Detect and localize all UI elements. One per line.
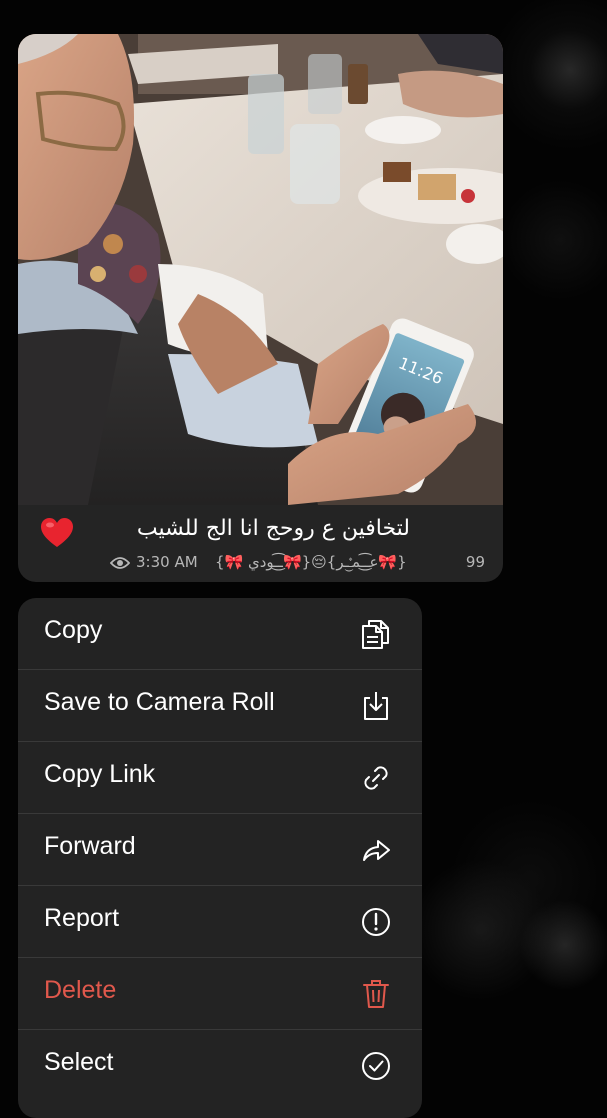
message-bubble[interactable]: 11:26 لتخافين ع روحج انا الج للشيب 3:30 … <box>18 34 503 582</box>
message-views: 99 <box>465 553 485 571</box>
copy-icon <box>358 616 394 652</box>
menu-item-label: Select <box>44 1048 114 1076</box>
checkmark-circle-icon <box>358 1048 394 1084</box>
menu-item-report[interactable]: Report <box>18 886 422 958</box>
context-menu: Copy Save to Camera Roll Copy Link Forwa… <box>18 598 422 1118</box>
message-meta: 3:30 AM {🎀عـ͜͡ـمـٰ۫͜ـر}😔{🎀ـ͜͡ـودي 🎀} 99 <box>109 553 485 575</box>
menu-item-save-to-camera-roll[interactable]: Save to Camera Roll <box>18 670 422 742</box>
link-icon <box>358 760 394 796</box>
message-photo[interactable]: 11:26 <box>18 34 503 505</box>
forward-icon <box>358 832 394 868</box>
menu-item-select[interactable]: Select <box>18 1030 422 1101</box>
menu-item-copy[interactable]: Copy <box>18 598 422 670</box>
red-heart-icon <box>40 517 74 549</box>
menu-item-forward[interactable]: Forward <box>18 814 422 886</box>
message-author: {🎀عـ͜͡ـمـٰ۫͜ـر}😔{🎀ـ͜͡ـودي 🎀} <box>215 553 407 571</box>
menu-item-label: Copy <box>44 616 103 644</box>
trash-icon <box>358 976 394 1012</box>
menu-item-label: Delete <box>44 976 117 1004</box>
menu-item-delete[interactable]: Delete <box>18 958 422 1030</box>
report-icon <box>358 904 394 940</box>
menu-item-label: Forward <box>44 832 136 860</box>
message-time: 3:30 AM <box>136 553 198 571</box>
save-icon <box>358 688 394 724</box>
menu-item-label: Report <box>44 904 120 932</box>
message-caption: لتخافين ع روحج انا الج للشيب <box>136 516 410 541</box>
menu-item-label: Copy Link <box>44 760 156 788</box>
menu-item-copy-link[interactable]: Copy Link <box>18 742 422 814</box>
menu-item-label: Save to Camera Roll <box>44 688 275 716</box>
eye-icon <box>109 556 131 570</box>
